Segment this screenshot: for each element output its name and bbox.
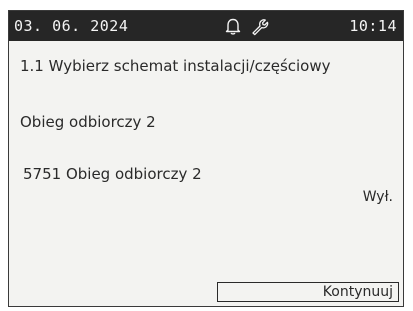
parameter-label[interactable]: 5751 Obieg odbiorczy 2 bbox=[23, 165, 202, 183]
parameter-value[interactable]: Wył. bbox=[363, 189, 393, 205]
continue-button[interactable]: Kontynuuj bbox=[217, 282, 399, 302]
status-time: 10:14 bbox=[349, 17, 397, 35]
controller-display: 03. 06. 2024 10:14 1.1 Wybierz schemat i… bbox=[8, 10, 404, 307]
circuit-name: Obieg odbiorczy 2 bbox=[20, 113, 156, 131]
status-bar: 03. 06. 2024 10:14 bbox=[9, 11, 403, 41]
status-date: 03. 06. 2024 bbox=[14, 17, 129, 35]
bell-icon bbox=[223, 16, 243, 36]
wrench-icon bbox=[249, 16, 269, 36]
screen-title: 1.1 Wybierz schemat instalacji/częściowy bbox=[20, 57, 331, 75]
